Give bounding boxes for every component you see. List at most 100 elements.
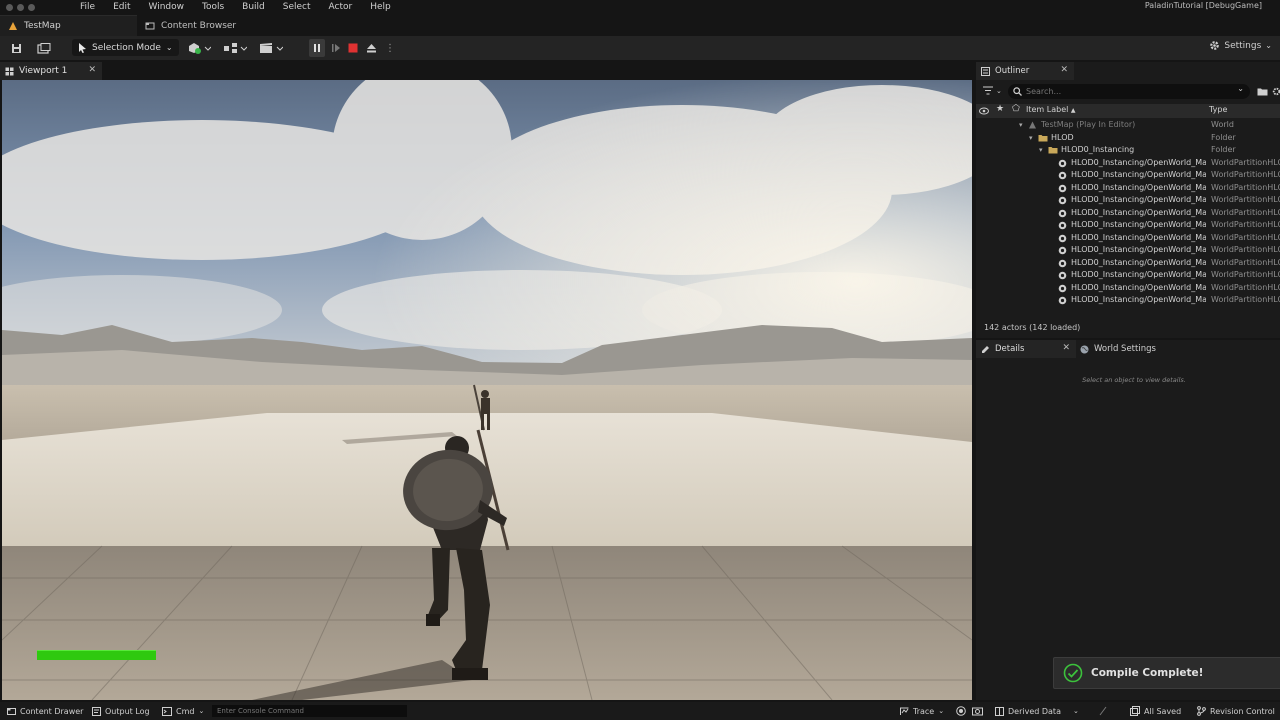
cursor-icon — [79, 42, 86, 53]
outliner-row[interactable]: ▾ HLOD0_Instancing Folder — [976, 144, 1280, 157]
save-all-icon — [1130, 706, 1140, 716]
menu-build[interactable]: Build — [233, 0, 274, 14]
outliner-row-label: HLOD — [1051, 132, 1074, 142]
outliner-row[interactable]: HLOD0_Instancing/OpenWorld_Mai WorldParti… — [976, 232, 1280, 245]
eject-button[interactable] — [364, 39, 378, 57]
menu-window[interactable]: Window — [140, 0, 194, 14]
tab-viewport-1[interactable]: Viewport 1 ✕ — [0, 62, 102, 80]
revision-control-button[interactable]: Revision Control — [1197, 702, 1275, 720]
main-toolbar: Selection Mode ⌄ ⋮ Settings ⌄ — [0, 36, 1280, 60]
derived-data-dropdown[interactable]: Derived Data ⌄ — [995, 702, 1079, 720]
browse-level-button[interactable] — [36, 39, 52, 57]
output-log-button[interactable]: Output Log — [92, 702, 150, 720]
close-icon[interactable]: ✕ — [1062, 343, 1070, 353]
column-item-label[interactable]: Item Label ▲ — [1026, 105, 1076, 114]
outliner-row-type: WorldPartitionHLOD — [1211, 170, 1280, 179]
world-settings-label: World Settings — [1094, 344, 1156, 354]
add-folder-icon[interactable] — [1257, 87, 1268, 96]
pause-icon — [314, 44, 320, 52]
tab-world-settings[interactable]: World Settings — [1080, 340, 1156, 358]
document-tabs: TestMap Content Browser — [0, 15, 1280, 36]
viewport-icon — [5, 67, 14, 75]
cmd-dropdown[interactable]: Cmd ⌄ — [162, 702, 204, 720]
add-actor-button[interactable] — [186, 39, 212, 57]
content-drawer-button[interactable]: Content Drawer — [7, 702, 83, 720]
outliner-row[interactable]: HLOD0_Instancing/OpenWorld_Mai WorldParti… — [976, 257, 1280, 270]
outliner-row[interactable]: HLOD0_Instancing/OpenWorld_Mai WorldParti… — [976, 282, 1280, 295]
close-window-button[interactable] — [6, 3, 13, 11]
expand-arrow-icon[interactable]: ▾ — [1039, 144, 1043, 157]
menu-select[interactable]: Select — [274, 0, 320, 14]
outliner-row-label: HLOD0_Instancing/OpenWorld_Mai — [1071, 282, 1206, 292]
menu-help[interactable]: Help — [361, 0, 400, 14]
outliner-row[interactable]: HLOD0_Instancing/OpenWorld_Mai WorldParti… — [976, 194, 1280, 207]
tab-testmap[interactable]: TestMap — [0, 15, 137, 36]
content-browser-icon — [145, 22, 155, 29]
outliner-row[interactable]: HLOD0_Instancing/OpenWorld_Mai WorldParti… — [976, 294, 1280, 307]
actor-icon — [1058, 246, 1067, 255]
column-type[interactable]: Type — [1209, 105, 1227, 114]
compile-message: Compile Complete! — [1091, 667, 1204, 679]
menu-edit[interactable]: Edit — [104, 0, 139, 14]
record-icon[interactable] — [956, 706, 966, 716]
menu-tools[interactable]: Tools — [193, 0, 233, 14]
expand-arrow-icon[interactable]: ▾ — [1029, 132, 1033, 145]
outliner-row-label: HLOD0_Instancing/OpenWorld_Mai — [1071, 257, 1206, 267]
outliner-row-label: HLOD0_Instancing/OpenWorld_Mai — [1071, 182, 1206, 192]
selection-mode-dropdown[interactable]: Selection Mode ⌄ — [72, 39, 179, 56]
outliner-search-input[interactable] — [1026, 87, 1226, 96]
outliner-row[interactable]: ▾ TestMap (Play In Editor) World — [976, 119, 1280, 132]
details-icon — [982, 345, 989, 353]
outliner-row[interactable]: HLOD0_Instancing/OpenWorld_Mai WorldParti… — [976, 207, 1280, 220]
level-viewport[interactable] — [2, 80, 972, 700]
outliner-row[interactable]: HLOD0_Instancing/OpenWorld_Mai WorldParti… — [976, 219, 1280, 232]
source-control-icon[interactable] — [1098, 706, 1108, 716]
menu-file[interactable]: File — [71, 0, 104, 14]
console-command-input[interactable] — [212, 705, 407, 717]
filter-button[interactable]: ⌄ — [983, 86, 1002, 95]
chevron-down-icon[interactable]: ⌄ — [1237, 84, 1244, 93]
tab-details[interactable]: Details ✕ — [976, 340, 1076, 358]
star-icon[interactable]: ★ — [996, 104, 1004, 114]
close-icon[interactable]: ✕ — [88, 65, 96, 75]
pin-icon[interactable]: ⬠ — [1012, 104, 1020, 114]
actor-icon — [1058, 284, 1067, 292]
maximize-window-button[interactable] — [28, 3, 35, 11]
outliner-row-type: Folder — [1211, 132, 1236, 142]
close-icon[interactable]: ✕ — [1060, 65, 1068, 75]
blueprints-button[interactable] — [222, 39, 248, 57]
eye-icon[interactable] — [979, 107, 989, 115]
tab-outliner[interactable]: Outliner ✕ — [976, 62, 1074, 80]
all-saved-button[interactable]: All Saved — [1130, 702, 1181, 720]
frame-skip-button[interactable] — [329, 39, 343, 57]
outliner-row-type: World — [1211, 120, 1234, 129]
tab-content-browser[interactable]: Content Browser — [137, 15, 246, 36]
minimize-window-button[interactable] — [17, 3, 24, 11]
game-scene — [2, 80, 972, 700]
outliner-row-type: WorldPartitionHLOD — [1211, 157, 1280, 167]
outliner-search-box: ⌄ — [1008, 84, 1250, 99]
all-saved-label: All Saved — [1144, 706, 1182, 716]
play-options-icon[interactable]: ⋮ — [385, 39, 395, 57]
camera-icon[interactable] — [972, 706, 983, 716]
map-icon — [1028, 121, 1037, 129]
outliner-row[interactable]: ▾ HLOD Folder — [976, 132, 1280, 145]
trace-dropdown[interactable]: Trace ⌄ — [900, 702, 944, 720]
outliner-row[interactable]: HLOD0_Instancing/OpenWorld_Mai WorldParti… — [976, 269, 1280, 282]
outliner-row[interactable]: HLOD0_Instancing/OpenWorld_Mai WorldParti… — [976, 244, 1280, 257]
gear-icon[interactable] — [1272, 87, 1280, 96]
stop-button[interactable] — [346, 39, 360, 57]
pause-button[interactable] — [309, 39, 325, 57]
outliner-row[interactable]: HLOD0_Instancing/OpenWorld_Mai WorldParti… — [976, 182, 1280, 195]
outliner-row[interactable]: HLOD0_Instancing/OpenWorld_Mai WorldParti… — [976, 157, 1280, 170]
cinematics-button[interactable] — [258, 39, 284, 57]
outliner-row[interactable]: HLOD0_Instancing/OpenWorld_Mai WorldParti… — [976, 169, 1280, 182]
menu-actor[interactable]: Actor — [320, 0, 362, 14]
terminal-icon — [162, 706, 172, 716]
save-button[interactable] — [9, 39, 23, 57]
tab-testmap-label: TestMap — [24, 21, 61, 31]
expand-arrow-icon[interactable]: ▾ — [1019, 119, 1023, 132]
filter-icon — [983, 86, 993, 95]
chevron-down-icon: ⌄ — [198, 707, 205, 715]
settings-button[interactable]: Settings ⌄ — [1209, 40, 1272, 51]
